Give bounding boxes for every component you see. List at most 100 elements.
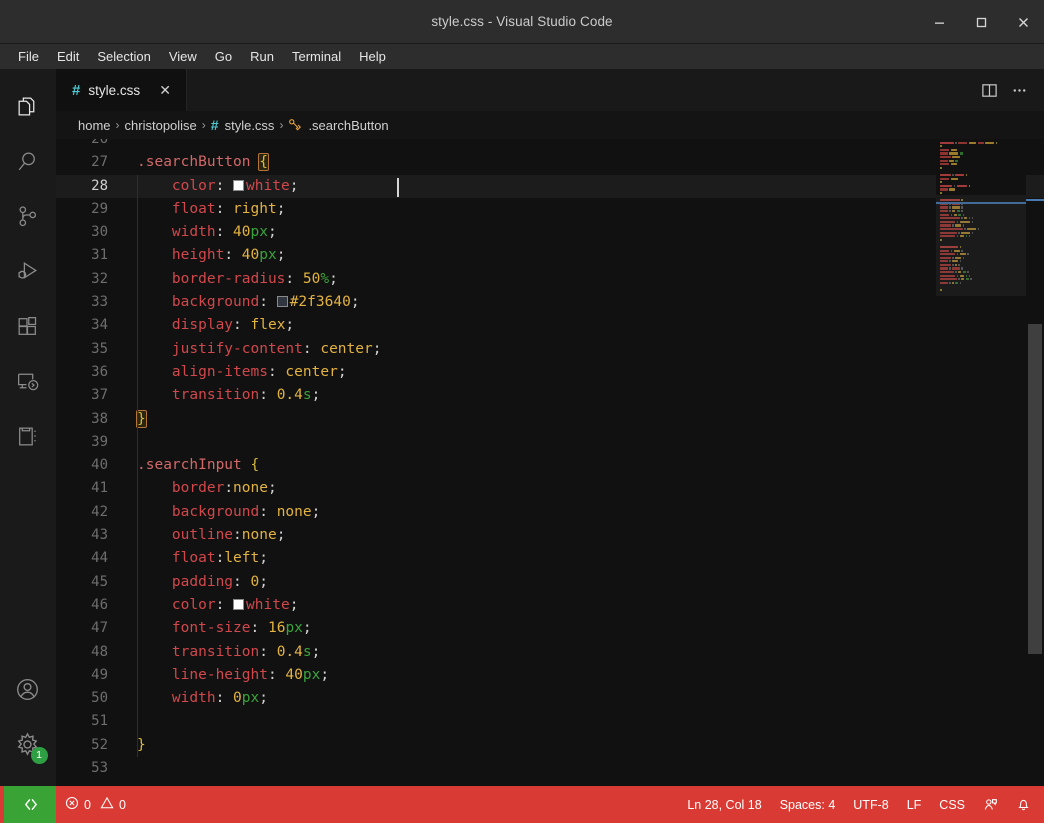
minimap-token [977,141,984,144]
code-line[interactable]: 35 justify-content: center; [56,338,1044,361]
code-editor[interactable]: 26 27 .searchButton {28 color: white; 29 fl… [56,139,1044,786]
code-token: height [171,247,225,264]
minimap[interactable] [936,139,1026,786]
code-line[interactable]: 38} [56,408,1044,431]
color-swatch [233,598,245,610]
menu-go[interactable]: Go [207,47,240,66]
code-token: white [246,596,290,613]
code-token: ; [329,270,338,287]
sidebar-item-remote-explorer[interactable] [0,354,56,409]
vscode-window: style.css - Visual Studio Code File Edit… [0,0,1044,823]
line-number: 28 [91,177,108,194]
remote-indicator[interactable] [4,786,56,823]
code-line[interactable]: 52} [56,734,1044,757]
code-line[interactable]: 31 height: 40px; [56,244,1044,267]
code-line[interactable]: 36 align-items: center; [56,361,1044,384]
sidebar-item-run-and-debug[interactable] [0,244,56,299]
code-line[interactable]: 33 background: #2f3640; [56,291,1044,314]
code-line[interactable]: 27 .searchButton { [56,151,1044,174]
code-line[interactable]: 28 color: white; [56,174,1044,198]
code-token: ; [276,527,286,544]
maximize-button[interactable] [960,0,1002,44]
more-actions-icon[interactable] [1006,77,1032,103]
sidebar-item-search[interactable] [0,134,56,189]
code-line[interactable]: 40 .searchInput { [56,454,1044,477]
code-line[interactable]: 30 width: 40px; [56,221,1044,244]
line-content: background: none; [128,501,1044,524]
menu-bar: File Edit Selection View Go Run Terminal… [0,44,1044,69]
status-editor-encoding[interactable]: UTF-8 [844,786,897,823]
menu-edit[interactable]: Edit [49,47,87,66]
code-line[interactable]: 44 float:left; [56,547,1044,570]
status-editor-eol[interactable]: LF [898,786,931,823]
code-line[interactable]: 39 [56,431,1044,454]
code-line[interactable]: 45 padding: 0; [56,571,1044,594]
menu-view[interactable]: View [161,47,205,66]
code-line[interactable]: 42 background: none; [56,501,1044,524]
code-line[interactable]: 48 transition: 0.4s; [56,641,1044,664]
code-line[interactable]: 34 display: flex; [56,314,1044,337]
line-number: 27 [91,154,108,171]
code-token: ; [320,666,330,683]
line-number: 35 [91,340,108,357]
code-line[interactable]: 32 border-radius: 50%; [56,268,1044,291]
menu-file[interactable]: File [10,47,47,66]
tab-label: style.css [88,82,141,98]
code-token: 0 [250,573,260,590]
code-line[interactable]: 51 [56,710,1044,733]
breadcrumb-item-file[interactable]: style.css [225,118,275,133]
code-line[interactable]: 47 font-size: 16px; [56,617,1044,640]
accounts-button[interactable] [0,662,56,717]
minimap-token [940,145,942,148]
editor-vertical-scrollbar[interactable] [1026,139,1044,786]
minimap-token [968,141,976,144]
status-editor-position[interactable]: Ln 28, Col 18 [678,786,770,823]
css-file-icon: # [72,81,81,99]
minimap-token [959,152,963,155]
breadcrumb-item-home[interactable]: home [78,118,111,133]
sidebar-item-explorer[interactable] [0,79,56,134]
line-number: 29 [91,200,108,217]
breadcrumb-item-christopolise[interactable]: christopolise [125,118,197,133]
minimap-token [940,177,949,180]
status-editor-indentation[interactable]: Spaces: 4 [771,786,845,823]
code-token: px [285,620,303,637]
sidebar-item-extensions[interactable] [0,299,56,354]
code-token: ; [285,317,295,334]
line-number: 37 [91,387,108,404]
code-token: float [171,200,216,217]
status-editor-language[interactable]: CSS [930,786,974,823]
menu-run[interactable]: Run [242,47,282,66]
code-line[interactable]: 50 width: 0px; [56,687,1044,710]
sidebar-item-source-control[interactable] [0,189,56,244]
minimap-slider[interactable] [936,195,1026,296]
code-line[interactable]: 37 transition: 0.4s; [56,384,1044,407]
line-content: display: flex; [128,314,1044,337]
feedback-icon[interactable] [974,786,1007,823]
menu-selection[interactable]: Selection [89,47,158,66]
close-icon[interactable]: ✕ [156,81,174,99]
close-button[interactable] [1002,0,1044,44]
settings-gear-button[interactable]: 1 [0,717,56,772]
code-line[interactable]: 53 [56,757,1044,780]
code-line[interactable]: 41 border:none; [56,477,1044,500]
breadcrumb-item-symbol[interactable]: .searchButton [308,118,388,133]
sidebar-item-notebook[interactable] [0,409,56,464]
code-token: left [224,550,260,567]
split-editor-right-icon[interactable] [976,77,1002,103]
code-line[interactable]: 43 outline:none; [56,524,1044,547]
line-number: 38 [91,410,108,427]
status-bar-problems[interactable]: 0 0 [56,786,135,823]
minimize-button[interactable] [918,0,960,44]
menu-terminal[interactable]: Terminal [284,47,349,66]
notifications-bell-icon[interactable] [1007,786,1040,823]
code-line[interactable]: 26 [56,139,1044,151]
minimap-token [949,188,955,191]
code-line[interactable]: 49 line-height: 40px; [56,664,1044,687]
scrollbar-thumb[interactable] [1028,324,1042,654]
code-line[interactable]: 46 color: white; [56,594,1044,617]
tab-style-css[interactable]: # style.css ✕ [56,69,188,111]
code-line[interactable]: 29 float: right; [56,198,1044,221]
menu-help[interactable]: Help [351,47,394,66]
